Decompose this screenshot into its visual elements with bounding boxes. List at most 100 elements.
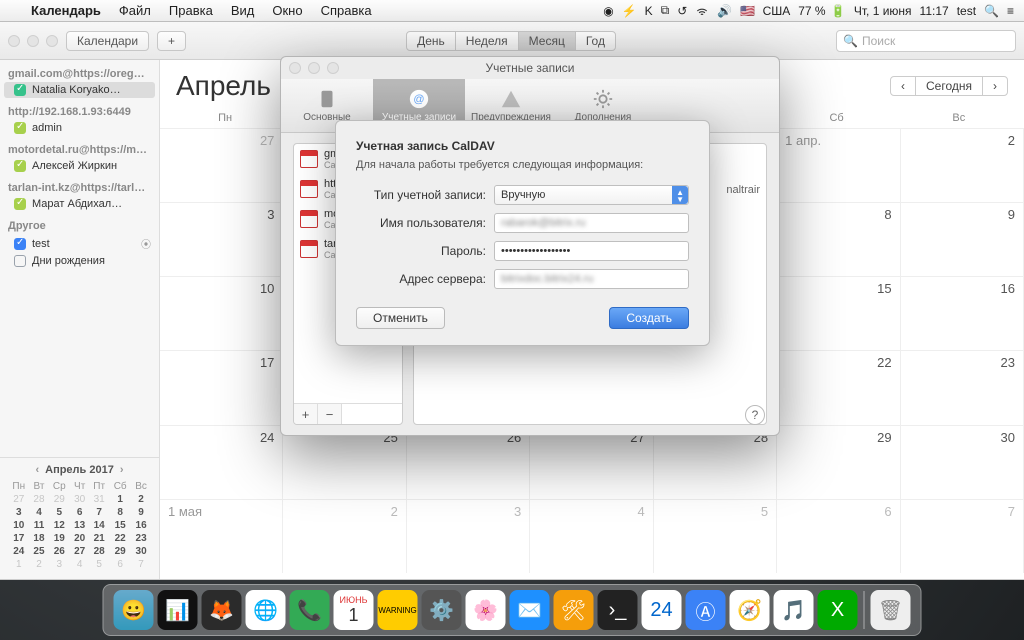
mini-day[interactable]: 7 [131, 558, 151, 571]
day-cell[interactable]: 27 [160, 128, 283, 202]
mini-day[interactable]: 17 [8, 532, 30, 545]
day-cell[interactable]: 2 [283, 499, 406, 573]
mini-day[interactable]: 12 [48, 519, 70, 532]
menu-view[interactable]: Вид [222, 3, 264, 18]
day-cell[interactable]: 15 [777, 276, 900, 350]
dock-settings[interactable]: ⚙️ [422, 590, 462, 630]
bolt-icon[interactable]: ⚡ [622, 4, 637, 18]
day-cell[interactable]: 30 [901, 425, 1024, 499]
mini-day[interactable]: 29 [109, 545, 131, 558]
dock-mail[interactable]: ✉️ [510, 590, 550, 630]
mini-day[interactable]: 31 [89, 493, 109, 506]
mini-next[interactable]: › [120, 464, 124, 476]
calendar-checkbox[interactable] [14, 84, 26, 96]
dock-firefox[interactable]: 🦊 [202, 590, 242, 630]
dock-finder[interactable]: 😀 [114, 590, 154, 630]
mini-day[interactable]: 15 [109, 519, 131, 532]
mini-day[interactable]: 30 [131, 545, 151, 558]
day-cell[interactable]: 9 [901, 202, 1024, 276]
mini-day[interactable]: 11 [30, 519, 49, 532]
view-week[interactable]: Неделя [455, 31, 519, 51]
day-cell[interactable]: 1 мая [160, 499, 283, 573]
day-cell[interactable]: 16 [901, 276, 1024, 350]
day-cell[interactable]: 22 [777, 350, 900, 424]
view-year[interactable]: Год [575, 31, 616, 51]
mini-day[interactable]: 7 [89, 506, 109, 519]
day-cell[interactable]: 5 [654, 499, 777, 573]
mini-day[interactable]: 3 [8, 506, 30, 519]
view-day[interactable]: День [406, 31, 456, 51]
help-button[interactable]: ? [745, 405, 765, 425]
mini-day[interactable]: 28 [30, 493, 49, 506]
today-button[interactable]: Сегодня [915, 76, 983, 96]
dock-app1[interactable]: 🛠 [554, 590, 594, 630]
mini-day[interactable]: 22 [109, 532, 131, 545]
dock-appstore[interactable]: Ⓐ [686, 590, 726, 630]
dock-chrome[interactable]: 🌐 [246, 590, 286, 630]
mini-day[interactable]: 21 [89, 532, 109, 545]
create-button[interactable]: Создать [609, 307, 689, 329]
menu-edit[interactable]: Правка [160, 3, 222, 18]
day-cell[interactable]: 1 апр. [777, 128, 900, 202]
sidebar-calendar[interactable]: Марат Абдихал… [4, 196, 155, 212]
mini-day[interactable]: 2 [131, 493, 151, 506]
notification-center-icon[interactable]: ≡ [1007, 4, 1014, 18]
mini-day[interactable]: 6 [109, 558, 131, 571]
day-cell[interactable]: 23 [901, 350, 1024, 424]
mini-calendar[interactable]: ‹ Апрель 2017 › ПнВтСрЧтПтСбВс2728293031… [0, 457, 160, 579]
menu-help[interactable]: Справка [312, 3, 381, 18]
prev-month-button[interactable]: ‹ [890, 76, 916, 96]
k-icon[interactable]: K [645, 4, 653, 18]
input-lang[interactable]: 🇺🇸 США [740, 4, 790, 18]
dock-photos[interactable]: 🌸 [466, 590, 506, 630]
calendar-checkbox[interactable] [14, 160, 26, 172]
mini-day[interactable]: 23 [131, 532, 151, 545]
zoom-button[interactable] [46, 35, 58, 47]
mini-day[interactable]: 4 [70, 558, 89, 571]
mini-day[interactable]: 19 [48, 532, 70, 545]
mini-day[interactable]: 14 [89, 519, 109, 532]
sound-icon[interactable]: 🔊 [717, 4, 732, 18]
calendars-toggle[interactable]: Календари [66, 31, 149, 51]
mini-day[interactable]: 6 [70, 506, 89, 519]
calendar-checkbox[interactable] [14, 255, 26, 267]
day-cell[interactable]: 3 [407, 499, 530, 573]
dock-calendar[interactable]: ИЮНЬ1 [334, 590, 374, 630]
mini-day[interactable]: 18 [30, 532, 49, 545]
dock-itunes[interactable]: 🎵 [774, 590, 814, 630]
dock-safari[interactable]: 🧭 [730, 590, 770, 630]
add-event-button[interactable]: + [157, 31, 186, 51]
search-field[interactable]: 🔍 Поиск [836, 30, 1016, 52]
mini-day[interactable]: 25 [30, 545, 49, 558]
user-menu[interactable]: test [957, 4, 976, 18]
spotlight-icon[interactable]: 🔍 [984, 4, 999, 18]
sidebar-calendar[interactable]: admin [4, 120, 155, 136]
day-cell[interactable]: 10 [160, 276, 283, 350]
mini-day[interactable]: 27 [70, 545, 89, 558]
status-icon[interactable]: ◉ [603, 4, 613, 18]
day-cell[interactable]: 4 [530, 499, 653, 573]
app-menu[interactable]: Календарь [22, 3, 110, 18]
dock-trash[interactable]: 🗑 [871, 590, 911, 630]
prefs-zoom[interactable] [327, 62, 339, 74]
prefs-close[interactable] [289, 62, 301, 74]
sidebar-calendar[interactable]: Алексей Жиркин [4, 158, 155, 174]
server-input[interactable]: bitrixdoc.bitrix24.ru [494, 269, 689, 289]
menu-file[interactable]: Файл [110, 3, 160, 18]
minimize-button[interactable] [27, 35, 39, 47]
mini-day[interactable]: 2 [30, 558, 49, 571]
view-month[interactable]: Месяц [518, 31, 576, 51]
day-cell[interactable]: 8 [777, 202, 900, 276]
time-display[interactable]: 11:17 [920, 4, 949, 18]
mini-day[interactable]: 30 [70, 493, 89, 506]
dock-excel[interactable]: X [818, 590, 858, 630]
dock-activity[interactable]: 📊 [158, 590, 198, 630]
day-cell[interactable]: 3 [160, 202, 283, 276]
mini-day[interactable]: 5 [89, 558, 109, 571]
mini-day[interactable]: 9 [131, 506, 151, 519]
mini-day[interactable]: 3 [48, 558, 70, 571]
day-cell[interactable]: 6 [777, 499, 900, 573]
next-month-button[interactable]: › [982, 76, 1008, 96]
mini-day[interactable]: 28 [89, 545, 109, 558]
dock-terminal[interactable]: ›_ [598, 590, 638, 630]
